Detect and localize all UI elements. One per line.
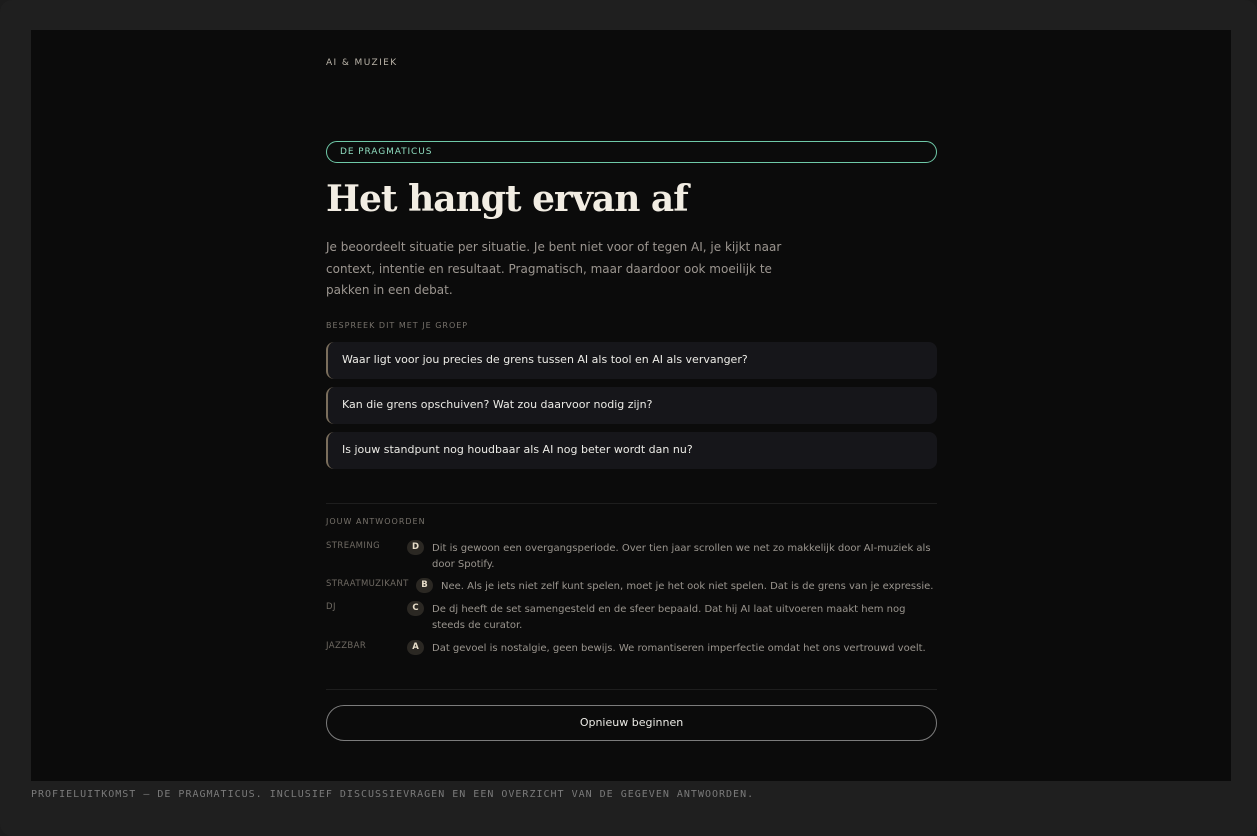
divider xyxy=(326,503,937,504)
screenshot-caption: PROFIELUITKOMST — DE PRAGMATICUS. INCLUS… xyxy=(31,789,755,800)
answers-label: JOUW ANTWOORDEN xyxy=(326,517,426,526)
answer-text: Dit is gewoon een overgangsperiode. Over… xyxy=(432,543,931,570)
answer-text: De dj heeft de set samengesteld en de sf… xyxy=(432,604,906,631)
window-frame: AI & MUZIEK DE PRAGMATICUS Het hangt erv… xyxy=(0,0,1257,836)
answer-category: STREAMING xyxy=(326,541,381,551)
restart-button[interactable]: Opnieuw beginnen xyxy=(326,705,937,741)
answer-letter-badge: C xyxy=(407,601,424,616)
discussion-label: BESPREEK DIT MET JE GROEP xyxy=(326,321,469,330)
discussion-question: Kan die grens opschuiven? Wat zou daarvo… xyxy=(326,387,937,424)
profile-badge: DE PRAGMATICUS xyxy=(326,141,937,163)
answer-category: STRAATMUZIKANT xyxy=(326,579,409,589)
discussion-question: Is jouw standpunt nog houdbaar als AI no… xyxy=(326,432,937,469)
answer-letter-badge: A xyxy=(407,640,424,655)
divider xyxy=(326,689,937,690)
answer-letter-badge: B xyxy=(416,578,433,593)
profile-title: Het hangt ervan af xyxy=(326,178,689,220)
profile-description: Je beoordeelt situatie per situatie. Je … xyxy=(326,240,782,297)
app-eyebrow: AI & MUZIEK xyxy=(326,58,398,68)
discussion-question: Waar ligt voor jou precies de grens tuss… xyxy=(326,342,937,379)
answer-text: Nee. Als je iets niet zelf kunt spelen, … xyxy=(441,581,934,592)
answer-text: Dat gevoel is nostalgie, geen bewijs. We… xyxy=(432,643,926,654)
answer-letter-badge: D xyxy=(407,540,424,555)
answer-category: DJ xyxy=(326,602,336,612)
answer-category: JAZZBAR xyxy=(326,641,367,651)
result-screen: AI & MUZIEK DE PRAGMATICUS Het hangt erv… xyxy=(31,30,1231,781)
